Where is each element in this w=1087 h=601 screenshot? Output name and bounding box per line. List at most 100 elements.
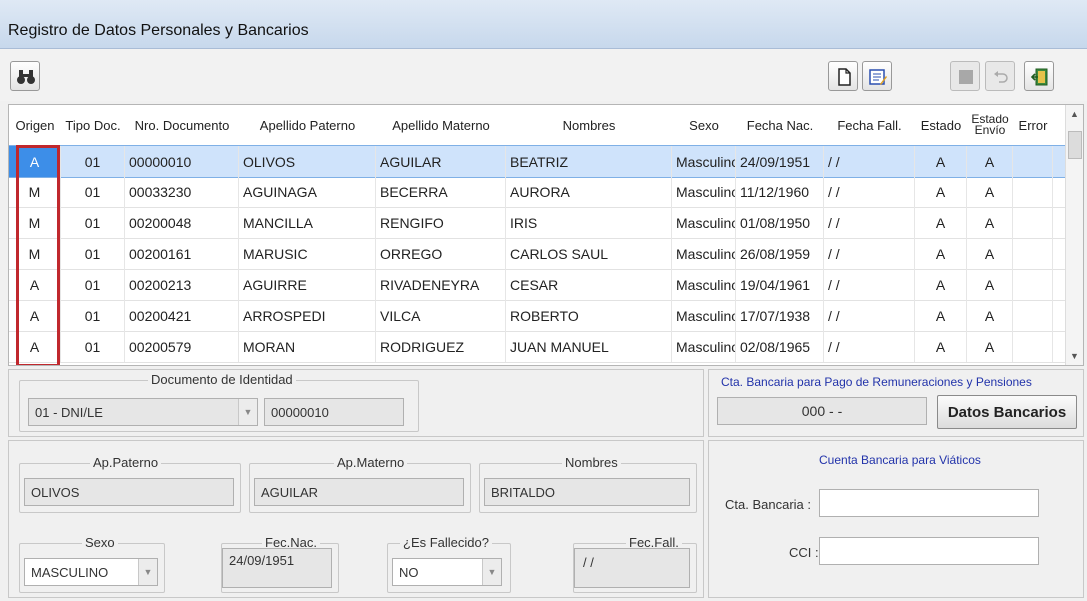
- cell-fall[interactable]: / /: [824, 300, 915, 331]
- cell-nro[interactable]: 00200161: [125, 238, 239, 269]
- cell-nac[interactable]: 19/04/1961: [736, 269, 824, 300]
- cell-sexo[interactable]: Masculino: [672, 238, 736, 269]
- cell-tipo[interactable]: 01: [61, 146, 125, 177]
- cell-paterno[interactable]: MARUSIC: [239, 238, 376, 269]
- grid-vertical-scrollbar[interactable]: ▲ ▼: [1065, 105, 1083, 365]
- cell-materno[interactable]: VILCA: [376, 300, 506, 331]
- cell-envio[interactable]: A: [967, 300, 1013, 331]
- cell-sexo[interactable]: Masculino: [672, 146, 736, 177]
- cell-tipo[interactable]: 01: [61, 238, 125, 269]
- cell-error[interactable]: [1013, 331, 1053, 362]
- cell-envio[interactable]: A: [967, 238, 1013, 269]
- cell-nombres[interactable]: ROBERTO: [506, 300, 672, 331]
- cell-nro[interactable]: 00033230: [125, 176, 239, 207]
- cell-sexo[interactable]: Masculino: [672, 176, 736, 207]
- cell-sexo[interactable]: Masculino: [672, 269, 736, 300]
- cell-materno[interactable]: RODRIGUEZ: [376, 331, 506, 362]
- cell-sexo[interactable]: Masculino: [672, 300, 736, 331]
- scroll-down-icon[interactable]: ▼: [1070, 351, 1079, 361]
- undo-button[interactable]: [985, 61, 1015, 91]
- col-estado-header[interactable]: Estado: [915, 105, 967, 145]
- col-apellido-paterno-header[interactable]: Apellido Paterno: [239, 105, 376, 145]
- cci-field[interactable]: [819, 537, 1039, 565]
- cell-paterno[interactable]: AGUINAGA: [239, 176, 376, 207]
- cell-tipo[interactable]: 01: [61, 176, 125, 207]
- cell-materno[interactable]: BECERRA: [376, 176, 506, 207]
- cell-nombres[interactable]: CARLOS SAUL: [506, 238, 672, 269]
- cell-error[interactable]: [1013, 269, 1053, 300]
- cell-paterno[interactable]: MORAN: [239, 331, 376, 362]
- cell-nac[interactable]: 11/12/1960: [736, 176, 824, 207]
- col-nro-documento-header[interactable]: Nro. Documento: [125, 105, 239, 145]
- cell-fall[interactable]: / /: [824, 238, 915, 269]
- cell-error[interactable]: [1013, 146, 1053, 177]
- chevron-down-icon[interactable]: ▼: [482, 559, 501, 585]
- cell-nac[interactable]: 01/08/1950: [736, 207, 824, 238]
- cell-estado[interactable]: A: [915, 176, 967, 207]
- cell-materno[interactable]: AGUILAR: [376, 146, 506, 177]
- cell-sexo[interactable]: Masculino: [672, 207, 736, 238]
- fallecido-select[interactable]: NO ▼: [392, 558, 502, 586]
- table-row[interactable]: M 01 00033230 AGUINAGA BECERRA AURORA Masculin…: [9, 176, 1067, 208]
- cell-nro[interactable]: 00200421: [125, 300, 239, 331]
- table-row[interactable]: A 01 00200213 AGUIRRE RIVADENEYRA CESAR Mascul…: [9, 269, 1067, 301]
- cell-nombres[interactable]: IRIS: [506, 207, 672, 238]
- cell-paterno[interactable]: MANCILLA: [239, 207, 376, 238]
- cell-tipo[interactable]: 01: [61, 300, 125, 331]
- cell-nombres[interactable]: BEATRIZ: [506, 146, 672, 177]
- table-row[interactable]: A 01 00000010 OLIVOS AGUILAR BEATRIZ Masculino…: [9, 145, 1067, 178]
- table-row[interactable]: A 01 00200579 MORAN RODRIGUEZ JUAN MANUEL Masc…: [9, 331, 1067, 363]
- table-row[interactable]: A 01 00200421 ARROSPEDI VILCA ROBERTO Masculin…: [9, 300, 1067, 332]
- col-sexo-header[interactable]: Sexo: [672, 105, 736, 145]
- cell-tipo[interactable]: 01: [61, 269, 125, 300]
- cell-fall[interactable]: / /: [824, 176, 915, 207]
- cell-nro[interactable]: 00200579: [125, 331, 239, 362]
- cell-fall[interactable]: / /: [824, 269, 915, 300]
- ap-materno-field[interactable]: AGUILAR: [254, 478, 464, 506]
- search-button[interactable]: [10, 61, 40, 91]
- cell-tipo[interactable]: 01: [61, 331, 125, 362]
- cell-materno[interactable]: RIVADENEYRA: [376, 269, 506, 300]
- cell-fall[interactable]: / /: [824, 207, 915, 238]
- cell-estado[interactable]: A: [915, 300, 967, 331]
- edit-record-button[interactable]: [862, 61, 892, 91]
- cell-nro[interactable]: 00200048: [125, 207, 239, 238]
- cell-nro[interactable]: 00000010: [125, 146, 239, 177]
- cell-nombres[interactable]: AURORA: [506, 176, 672, 207]
- cell-origen[interactable]: M: [9, 176, 61, 207]
- stop-button[interactable]: [950, 61, 980, 91]
- scroll-thumb[interactable]: [1068, 131, 1082, 159]
- cell-materno[interactable]: ORREGO: [376, 238, 506, 269]
- datos-bancarios-button[interactable]: Datos Bancarios: [937, 395, 1077, 429]
- fec-fall-field[interactable]: / /: [574, 548, 690, 588]
- numero-documento-field[interactable]: 00000010: [264, 398, 404, 426]
- cell-nombres[interactable]: JUAN MANUEL: [506, 331, 672, 362]
- cell-nac[interactable]: 26/08/1959: [736, 238, 824, 269]
- col-origen-header[interactable]: Origen: [9, 105, 61, 145]
- cell-estado[interactable]: A: [915, 269, 967, 300]
- cell-envio[interactable]: A: [967, 269, 1013, 300]
- cell-fall[interactable]: / /: [824, 331, 915, 362]
- col-apellido-materno-header[interactable]: Apellido Materno: [376, 105, 506, 145]
- cell-origen[interactable]: A: [9, 146, 61, 177]
- sexo-select[interactable]: MASCULINO ▼: [24, 558, 158, 586]
- tipo-documento-select[interactable]: 01 - DNI/LE ▼: [28, 398, 258, 426]
- cell-error[interactable]: [1013, 300, 1053, 331]
- col-estado-envio-header[interactable]: Estado Envío: [967, 105, 1013, 145]
- cell-envio[interactable]: A: [967, 176, 1013, 207]
- cell-error[interactable]: [1013, 238, 1053, 269]
- cell-nac[interactable]: 02/08/1965: [736, 331, 824, 362]
- cta-bancaria-field[interactable]: [819, 489, 1039, 517]
- cta-remuneraciones-field[interactable]: 000 - -: [717, 397, 927, 425]
- cell-envio[interactable]: A: [967, 331, 1013, 362]
- cell-paterno[interactable]: AGUIRRE: [239, 269, 376, 300]
- cell-error[interactable]: [1013, 176, 1053, 207]
- cell-estado[interactable]: A: [915, 146, 967, 177]
- cell-nac[interactable]: 17/07/1938: [736, 300, 824, 331]
- new-record-button[interactable]: [828, 61, 858, 91]
- cell-nac[interactable]: 24/09/1951: [736, 146, 824, 177]
- cell-paterno[interactable]: ARROSPEDI: [239, 300, 376, 331]
- cell-paterno[interactable]: OLIVOS: [239, 146, 376, 177]
- cell-estado[interactable]: A: [915, 238, 967, 269]
- cell-origen[interactable]: A: [9, 269, 61, 300]
